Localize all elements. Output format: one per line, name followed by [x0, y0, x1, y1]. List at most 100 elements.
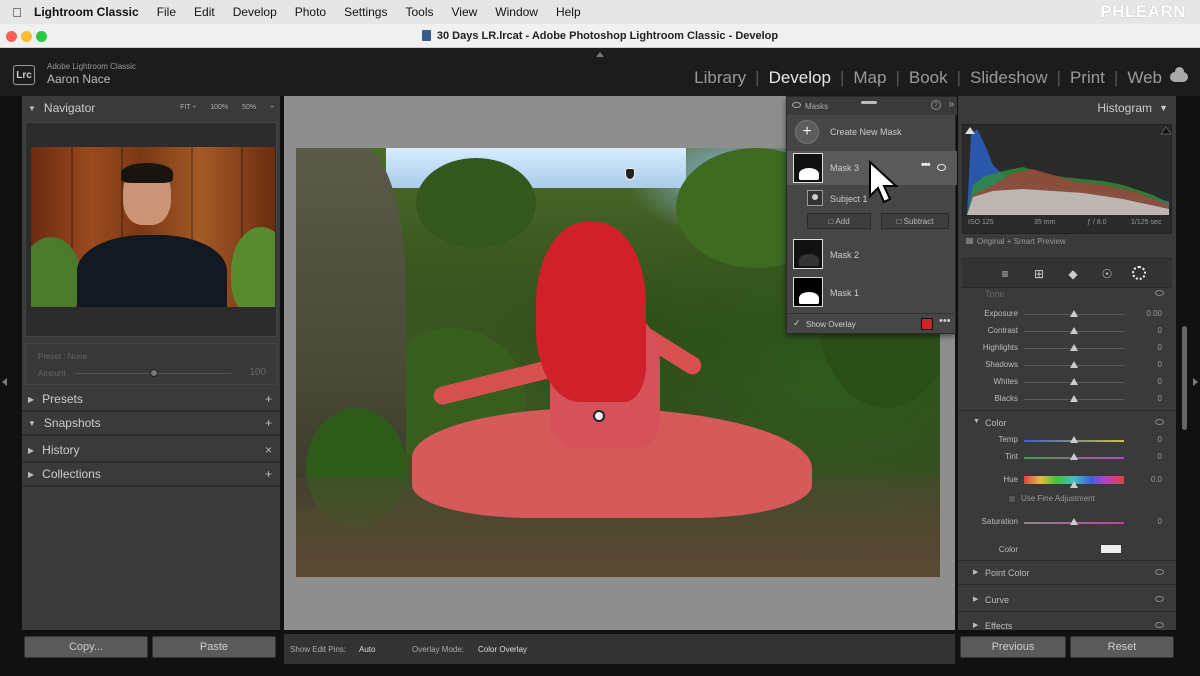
collapse-right-panel-icon[interactable] — [1193, 378, 1198, 386]
slider-whites[interactable]: Whites 0 — [958, 374, 1176, 390]
history-header[interactable]: ▶ History × — [22, 439, 280, 463]
slider-knob[interactable] — [1070, 481, 1078, 488]
mask-pin-icon[interactable] — [625, 168, 635, 180]
paste-button[interactable]: Paste — [152, 636, 276, 658]
effects-section-header[interactable]: ▶ Effects — [958, 615, 1176, 630]
module-library[interactable]: Library — [694, 68, 746, 88]
fine-adjustment-checkbox[interactable] — [1008, 494, 1016, 503]
slider-highlights[interactable]: Highlights 0 — [958, 340, 1176, 356]
module-map[interactable]: Map — [853, 68, 886, 88]
crop-icon[interactable]: ⊞ — [1032, 267, 1046, 281]
visibility-eye-icon[interactable] — [1155, 419, 1164, 425]
slider-value[interactable]: 0 — [1158, 326, 1162, 335]
help-icon[interactable]: ? — [931, 100, 941, 110]
overlay-color-swatch[interactable] — [921, 318, 933, 330]
menu-app-name[interactable]: Lightroom Classic — [34, 5, 139, 19]
collections-header[interactable]: ▶ Collections + — [22, 463, 280, 487]
snapshots-header[interactable]: ▼ Snapshots + — [22, 412, 280, 436]
navigator-preview-video[interactable] — [31, 147, 275, 307]
slider-knob[interactable] — [1070, 344, 1078, 351]
add-preset-icon[interactable]: + — [265, 392, 272, 406]
menu-file[interactable]: File — [157, 5, 176, 19]
red-eye-icon[interactable]: ☉ — [1100, 267, 1114, 281]
collapse-panel-icon[interactable]: » — [948, 99, 954, 110]
visibility-eye-icon[interactable] — [1155, 290, 1164, 296]
menu-edit[interactable]: Edit — [194, 5, 215, 19]
menu-photo[interactable]: Photo — [295, 5, 326, 19]
visibility-eye-icon[interactable] — [1155, 569, 1164, 575]
minimize-window-button[interactable] — [21, 31, 32, 42]
slider-saturation[interactable]: Saturation 0 — [958, 514, 1176, 530]
add-collection-icon[interactable]: + — [265, 467, 272, 481]
right-panel-scrollbar[interactable] — [1182, 326, 1187, 430]
show-overlay-label[interactable]: Show Overlay — [806, 320, 856, 329]
more-options-icon[interactable]: ••• — [921, 159, 931, 171]
subtract-from-mask-button[interactable]: □ Subtract — [881, 213, 949, 229]
menu-view[interactable]: View — [451, 5, 477, 19]
menu-tools[interactable]: Tools — [405, 5, 433, 19]
mask-row-mask-1[interactable]: Mask 1 — [787, 275, 957, 311]
add-to-mask-button[interactable]: □ Add — [807, 213, 871, 229]
reset-button[interactable]: Reset — [1070, 636, 1174, 658]
cloud-sync-icon[interactable] — [1170, 67, 1188, 82]
create-new-mask-button[interactable]: + — [795, 120, 819, 144]
slider-value[interactable]: 0 — [1158, 377, 1162, 386]
slider-value[interactable]: 0 — [1158, 435, 1162, 444]
module-develop[interactable]: Develop — [769, 68, 831, 88]
healing-eraser-icon[interactable]: ◆ — [1066, 267, 1080, 281]
point-color-section-header[interactable]: ▶ Point Color — [958, 562, 1176, 584]
clear-history-icon[interactable]: × — [265, 443, 272, 457]
edit-pins-select[interactable]: Auto — [359, 645, 375, 654]
overlay-mode-select[interactable]: Color Overlay — [478, 645, 527, 654]
slider-knob[interactable] — [1070, 310, 1078, 317]
slider-knob[interactable] — [1070, 361, 1078, 368]
slider-knob[interactable] — [1070, 453, 1078, 460]
navigator-header[interactable]: ▼ Navigator FIT ÷ 100% 50% ÷ — [22, 96, 280, 120]
apple-icon[interactable]:  — [0, 5, 34, 20]
slider-knob[interactable] — [1070, 518, 1078, 525]
visibility-eye-icon[interactable] — [1155, 596, 1164, 602]
menu-settings[interactable]: Settings — [344, 5, 387, 19]
collapse-left-panel-icon[interactable] — [2, 378, 7, 386]
masking-icon[interactable] — [1132, 266, 1146, 280]
slider-temp[interactable]: Temp 0 — [958, 432, 1176, 448]
visibility-eye-icon[interactable] — [792, 102, 801, 108]
histogram-header[interactable]: Histogram ▼ — [958, 96, 1176, 120]
zoom-100[interactable]: 100% — [210, 104, 228, 111]
menu-develop[interactable]: Develop — [233, 5, 277, 19]
amount-slider-knob[interactable] — [149, 369, 158, 377]
zoom-window-button[interactable] — [36, 31, 47, 42]
color-section-header[interactable]: ▼ Color — [958, 412, 1176, 434]
slider-value[interactable]: 0 — [1158, 360, 1162, 369]
smart-preview-status[interactable]: Original + Smart Preview — [966, 237, 1066, 246]
slider-value[interactable]: 0 — [1158, 343, 1162, 352]
slider-tint[interactable]: Tint 0 — [958, 449, 1176, 465]
add-snapshot-icon[interactable]: + — [265, 416, 272, 430]
slider-knob[interactable] — [1070, 378, 1078, 385]
tone-section-header[interactable]: Tone — [958, 289, 1176, 302]
close-window-button[interactable] — [6, 31, 17, 42]
mask-row-mask-2[interactable]: Mask 2 — [787, 237, 957, 273]
zoom-50[interactable]: 50% — [242, 104, 256, 111]
module-web[interactable]: Web — [1127, 68, 1162, 88]
subject-mask-pin-icon[interactable] — [593, 410, 605, 422]
module-slideshow[interactable]: Slideshow — [970, 68, 1048, 88]
zoom-fit[interactable]: FIT ÷ — [180, 104, 196, 111]
slider-value[interactable]: 0.0 — [1151, 475, 1162, 484]
masks-panel-header[interactable]: Masks ? » — [787, 97, 957, 115]
overlay-options-icon[interactable]: ••• — [939, 315, 951, 327]
slider-exposure[interactable]: Exposure 0.00 — [958, 306, 1176, 322]
slider-knob[interactable] — [1070, 327, 1078, 334]
create-new-mask-label[interactable]: Create New Mask — [830, 127, 902, 137]
slider-value[interactable]: 0 — [1158, 452, 1162, 461]
previous-button[interactable]: Previous — [960, 636, 1066, 658]
slider-value[interactable]: 0 — [1158, 394, 1162, 403]
slider-hue[interactable]: Hue 0.0 — [958, 472, 1176, 488]
slider-value[interactable]: 0 — [1158, 517, 1162, 526]
fine-adjustment-option[interactable]: Use Fine Adjustment — [1008, 494, 1095, 503]
edit-sliders-icon[interactable]: ≡ — [998, 267, 1012, 281]
menu-help[interactable]: Help — [556, 5, 581, 19]
histogram[interactable] — [962, 124, 1172, 234]
slider-knob[interactable] — [1070, 395, 1078, 402]
slider-shadows[interactable]: Shadows 0 — [958, 357, 1176, 373]
